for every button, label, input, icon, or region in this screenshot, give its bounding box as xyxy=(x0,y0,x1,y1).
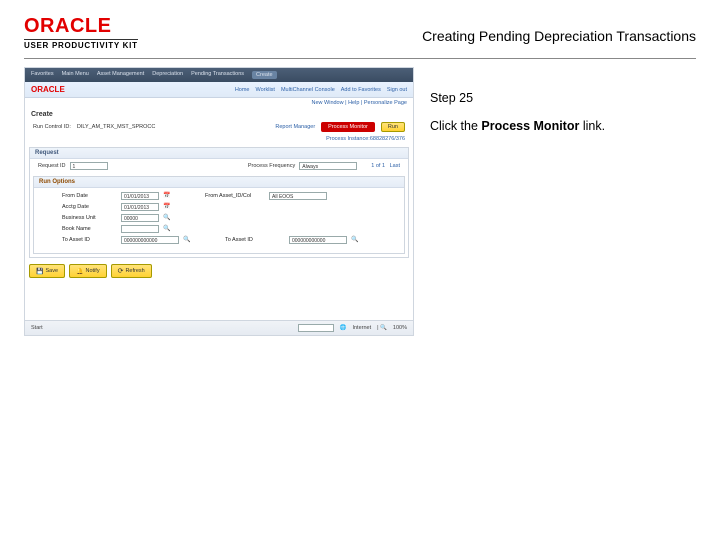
step-label: Step 25 xyxy=(430,85,696,113)
mini-process-freq-label: Process Frequency xyxy=(248,163,295,169)
mini-internet-label: Internet xyxy=(352,325,371,331)
instruction-suffix: link. xyxy=(579,119,605,133)
mini-window-links: New Window | Help | Personalize Page xyxy=(25,98,413,108)
mini-toplinks: Home Worklist MultiChannel Console Add t… xyxy=(235,87,407,93)
mini-run-control-value: DILY_AM_TRX_MST_SPROCC xyxy=(77,124,155,130)
mini-business-unit-label: Business Unit xyxy=(62,215,117,221)
mini-business-unit-value: 00000 xyxy=(121,214,159,222)
instruction-text: Click the Process Monitor link. xyxy=(430,113,696,141)
mini-process-freq-value: Always xyxy=(299,162,357,170)
lookup-icon: 🔍 xyxy=(183,236,191,244)
mini-report-manager-link: Report Manager xyxy=(275,124,315,130)
lookup-icon: 🔍 xyxy=(163,214,171,222)
bell-icon xyxy=(76,268,83,275)
mini-link: Worklist xyxy=(255,87,274,93)
mini-run-button: Run xyxy=(381,122,405,132)
mini-acctg-date-label: Acctg Date xyxy=(62,204,117,210)
mini-page-heading: Create xyxy=(25,108,413,120)
mini-start-button: Start xyxy=(31,325,43,331)
mini-refresh-button: Refresh xyxy=(111,264,152,278)
mini-request-id-label: Request ID xyxy=(38,163,66,169)
page-title: Creating Pending Depreciation Transactio… xyxy=(422,16,696,44)
instruction-prefix: Click the xyxy=(430,119,481,133)
mini-zoom-value: 100% xyxy=(393,325,407,331)
mini-to-asset2-label: To Asset ID xyxy=(225,237,285,243)
instruction-panel: Step 25 Click the Process Monitor link. xyxy=(430,67,696,336)
header-divider xyxy=(24,58,696,59)
embedded-screenshot: Favorites Main Menu Asset Management Dep… xyxy=(24,67,414,336)
mini-request-header: Request xyxy=(30,148,408,159)
mini-from-date-value: 01/01/2013 xyxy=(121,192,159,200)
mini-save-button: Save xyxy=(29,264,65,278)
brand-logo-subtitle: USER PRODUCTIVITY KIT xyxy=(24,39,138,50)
mini-row-nav: 1 of 1 Last xyxy=(371,163,400,169)
mini-to-asset-label: To Asset ID xyxy=(62,237,117,243)
mini-tab: Asset Management xyxy=(97,71,144,79)
mini-request-id-value: 1 xyxy=(70,162,108,170)
mini-to-asset2-value: 000000000000 xyxy=(289,236,347,244)
brand-logo: ORACLE USER PRODUCTIVITY KIT xyxy=(24,16,138,50)
mini-tab: Pending Transactions xyxy=(191,71,244,79)
mini-zoom-label: | 🔍 xyxy=(377,325,387,331)
mini-tab-active: Create xyxy=(252,71,277,79)
brand-logo-text: ORACLE xyxy=(24,16,138,36)
calendar-icon: 📅 xyxy=(163,203,171,211)
mini-tab: Main Menu xyxy=(62,71,89,79)
mini-link: Add to Favorites xyxy=(341,87,381,93)
mini-from-date-label: From Date xyxy=(62,193,117,199)
mini-link: MultiChannel Console xyxy=(281,87,335,93)
mini-link: Home xyxy=(235,87,250,93)
mini-run-options-header: Run Options xyxy=(34,177,404,188)
mini-from-asset-value: All EOOS xyxy=(269,192,327,200)
instruction-link-name: Process Monitor xyxy=(481,119,579,133)
mini-from-asset-label: From Asset_ID/Col xyxy=(205,193,265,199)
mini-tab: Favorites xyxy=(31,71,54,79)
mini-nav-breadcrumb: Favorites Main Menu Asset Management Dep… xyxy=(25,68,413,82)
calendar-icon: 📅 xyxy=(163,192,171,200)
mini-taskbar: Start 🌐 Internet | 🔍 100% xyxy=(25,320,413,335)
mini-process-instance: Process Instance:68828276/376 xyxy=(25,136,413,145)
mini-book-name-value xyxy=(121,225,159,233)
mini-run-control-label: Run Control ID: xyxy=(33,124,71,130)
lookup-icon: 🔍 xyxy=(351,236,359,244)
mini-tab: Depreciation xyxy=(152,71,183,79)
mini-link: Sign out xyxy=(387,87,407,93)
mini-notify-button: Notify xyxy=(69,264,107,278)
mini-to-asset-value: 000000000000 xyxy=(121,236,179,244)
mini-taskbar-field xyxy=(298,324,334,332)
mini-process-monitor-link[interactable]: Process Monitor xyxy=(321,122,375,132)
mini-acctg-date-value: 01/01/2013 xyxy=(121,203,159,211)
globe-icon: 🌐 xyxy=(340,325,347,331)
lookup-icon: 🔍 xyxy=(163,225,171,233)
disk-icon xyxy=(36,268,43,275)
mini-book-name-label: Book Name xyxy=(62,226,117,232)
refresh-icon xyxy=(118,267,124,275)
mini-brand-logo: ORACLE xyxy=(31,85,65,94)
